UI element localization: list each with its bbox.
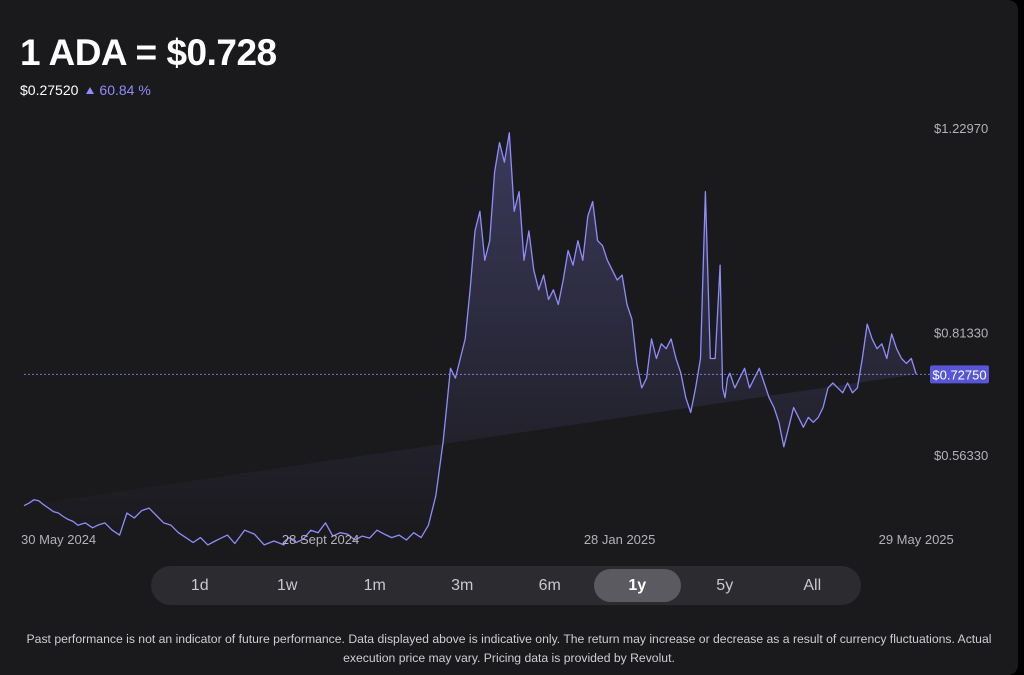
range-1y-button[interactable]: 1y — [593, 569, 681, 602]
time-range-selector: 1d 1w 1m 3m 6m 1y 5y All — [151, 566, 861, 605]
price-chart-panel: 1 ADA = $0.728 $0.27520 60.84 % $1.22970… — [0, 0, 1018, 675]
y-tick-label: $0.56330 — [934, 448, 988, 463]
current-price-label: $0.72750 — [932, 367, 986, 382]
current-price-badge: $0.72750 — [930, 365, 989, 384]
y-tick-label: $0.81330 — [934, 325, 988, 340]
y-tick-label: $1.22970 — [934, 121, 988, 136]
range-3m-button[interactable]: 3m — [419, 569, 507, 602]
x-axis: 30 May 2024 28 Sept 2024 28 Jan 2025 29 May… — [21, 532, 954, 547]
range-1w-button[interactable]: 1w — [244, 569, 332, 602]
disclaimer-text: Past performance is not an indicator of … — [26, 632, 992, 665]
price-area — [24, 132, 917, 545]
area-layer — [23, 132, 917, 546]
x-tick-label: 28 Sept 2024 — [282, 532, 359, 547]
range-all-button[interactable]: All — [769, 569, 857, 602]
range-5y-button[interactable]: 5y — [681, 569, 769, 602]
x-tick-label: 29 May 2025 — [879, 532, 954, 547]
x-tick-label: 30 May 2024 — [21, 532, 96, 547]
x-tick-label: 28 Jan 2025 — [584, 532, 656, 547]
range-1m-button[interactable]: 1m — [331, 569, 419, 602]
y-axis: $1.22970 $0.81330 $0.56330 — [934, 121, 988, 463]
range-1d-button[interactable]: 1d — [156, 569, 244, 602]
range-6m-button[interactable]: 6m — [506, 569, 594, 602]
price-area-chart[interactable]: $1.22970 $0.81330 $0.56330 30 May 2024 28 S… — [0, 0, 1018, 560]
